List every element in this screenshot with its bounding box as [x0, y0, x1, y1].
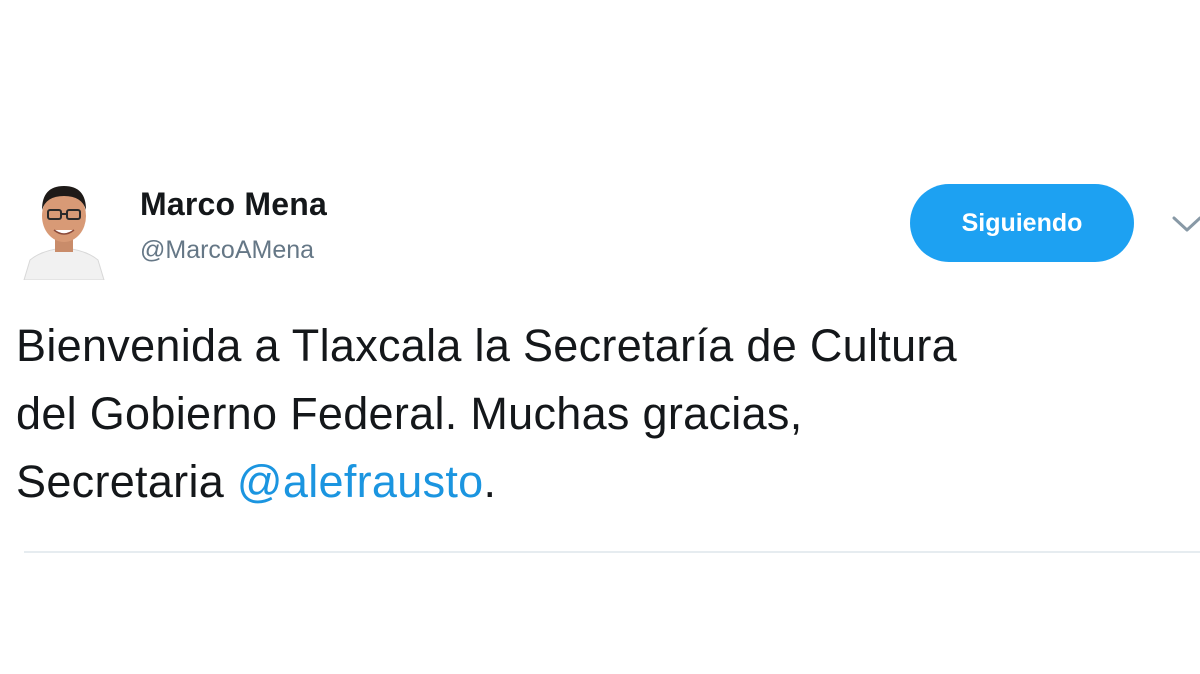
mention-link[interactable]: @alefrausto	[237, 456, 484, 507]
chevron-down-icon[interactable]	[1170, 212, 1200, 236]
avatar-image	[22, 176, 106, 280]
user-handle[interactable]: @MarcoAMena	[140, 236, 314, 265]
following-button[interactable]: Siguiendo	[910, 184, 1134, 262]
tweet-text: Bienvenida a Tlaxcala la Secretaría de C…	[16, 312, 1196, 516]
avatar[interactable]	[22, 176, 106, 280]
divider	[24, 551, 1200, 553]
tweet-text-end: .	[483, 456, 497, 507]
tweet-card: Marco Mena @MarcoAMena Siguiendo Bienven…	[0, 0, 1200, 674]
user-display-name[interactable]: Marco Mena	[140, 186, 327, 223]
